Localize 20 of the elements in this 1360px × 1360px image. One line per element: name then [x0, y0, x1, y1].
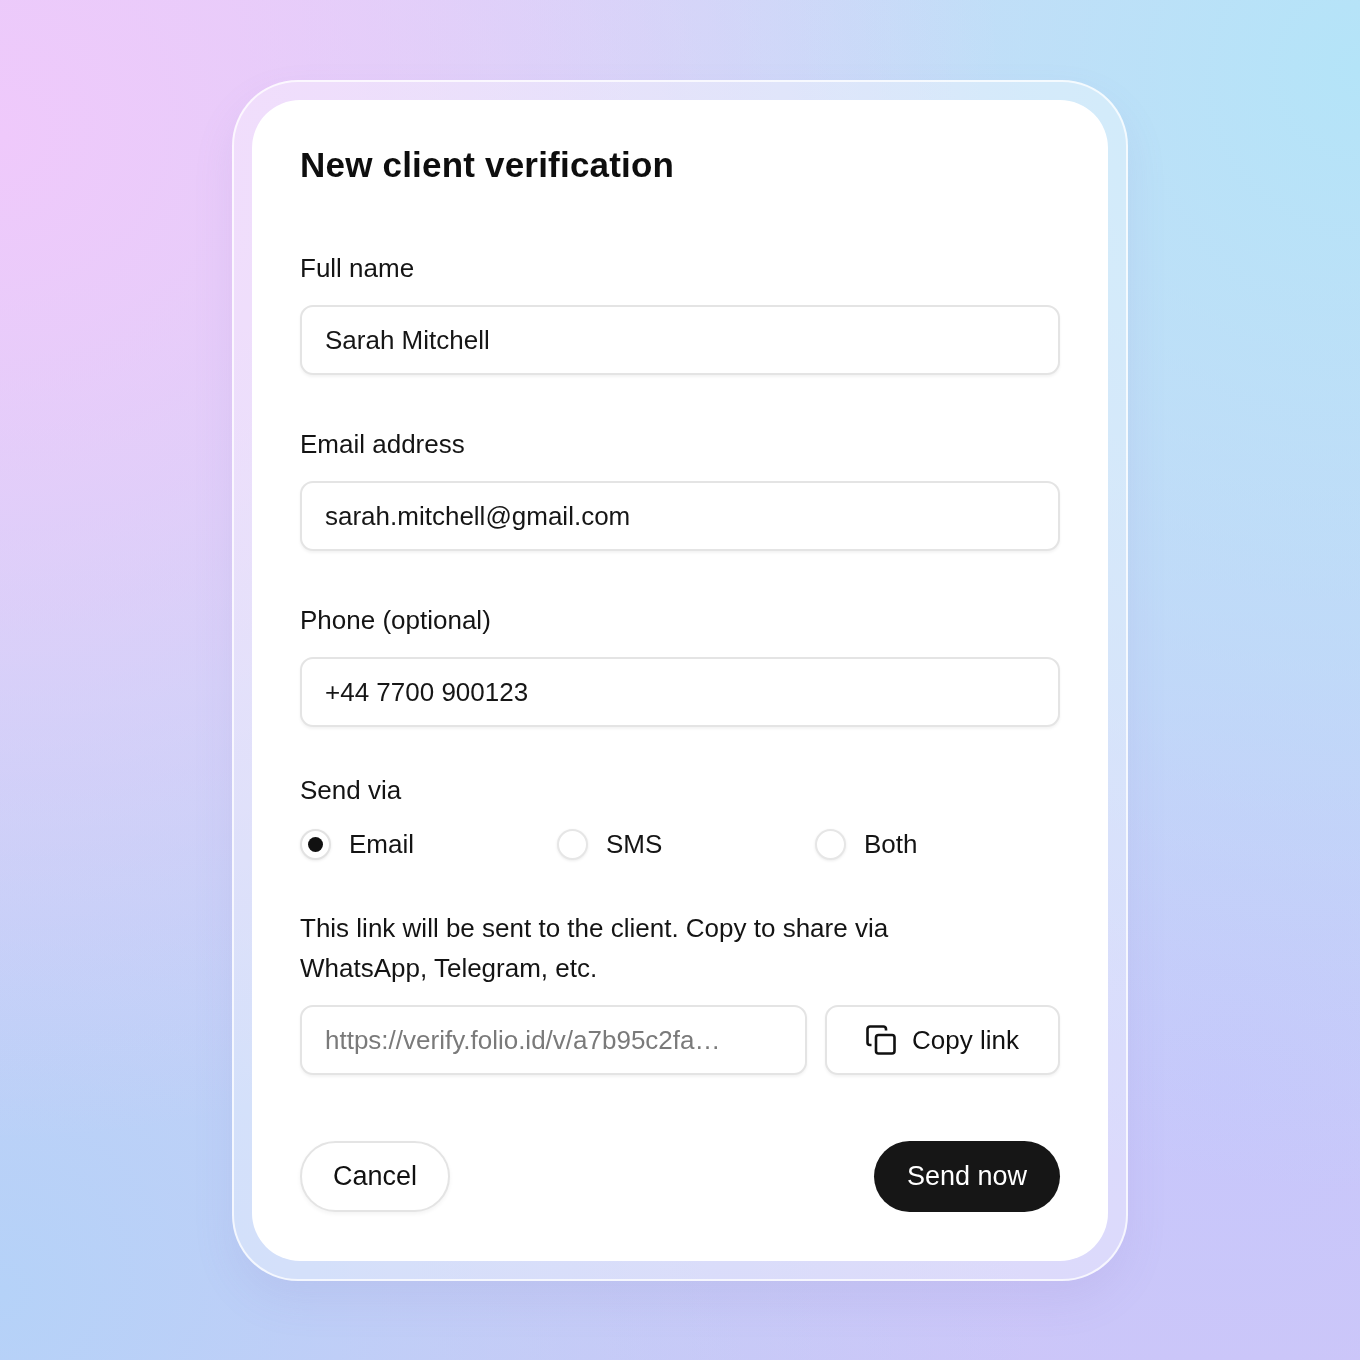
- phone-field[interactable]: +44 7700 900123: [300, 657, 1060, 727]
- email-field[interactable]: sarah.mitchell@gmail.com: [300, 481, 1060, 551]
- share-note: This link will be sent to the client. Copy to share via WhatsApp, Telegram, etc.: [300, 912, 890, 985]
- name-field[interactable]: Sarah Mitchell: [300, 305, 1060, 375]
- radio-button[interactable]: [815, 828, 846, 860]
- field-label: Email address: [300, 428, 466, 460]
- field-label: Send via: [300, 774, 403, 806]
- radio-label[interactable]: Both: [864, 828, 918, 860]
- radio-button[interactable]: [557, 828, 588, 860]
- copy-icon: [866, 1025, 897, 1055]
- radio-label[interactable]: SMS: [606, 828, 663, 860]
- copy-link-button[interactable]: Copy link: [825, 1005, 1060, 1075]
- link-field[interactable]: https://verify.folio.id/v/a7b95c2fa…: [300, 1005, 807, 1075]
- field-label: Full name: [300, 252, 416, 284]
- radio-button[interactable]: [300, 828, 331, 860]
- cancel-button[interactable]: Cancel: [300, 1141, 451, 1212]
- radio-label[interactable]: Email: [349, 828, 414, 860]
- dialog-title: New client verification: [300, 145, 676, 185]
- field-label: Phone (optional): [300, 604, 492, 636]
- send-button[interactable]: Send now: [873, 1141, 1060, 1212]
